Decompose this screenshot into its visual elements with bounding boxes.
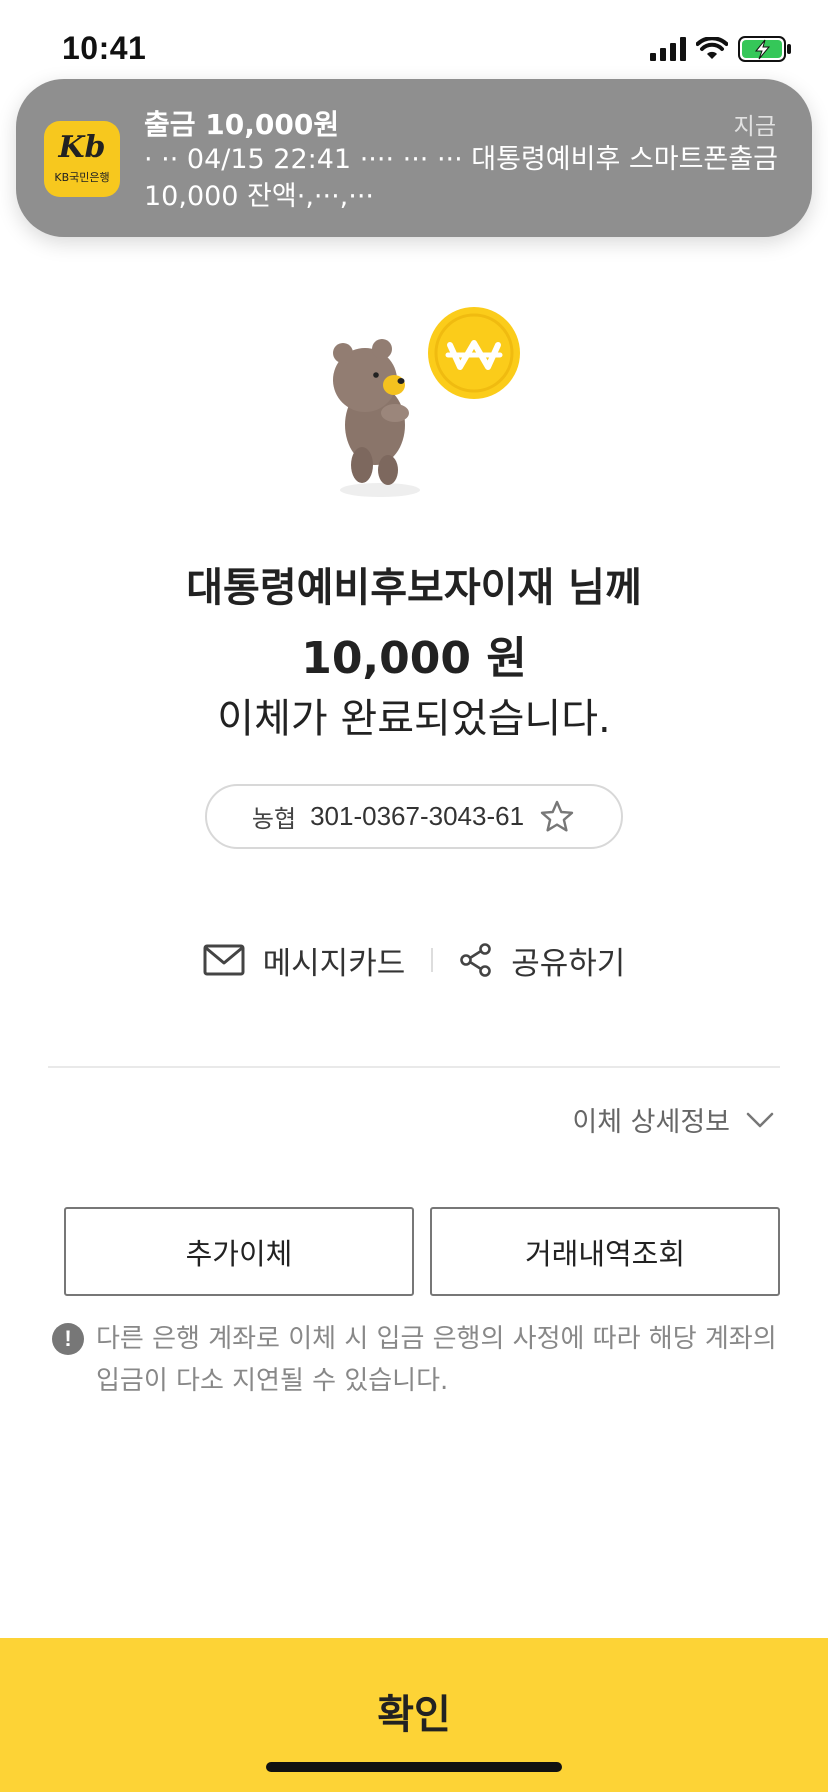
recipient-name: 대통령예비후보자이재 님께 (186, 565, 642, 611)
transfer-detail-label: 이체 상세정보 (572, 1107, 730, 1138)
star-outline-icon[interactable] (538, 798, 576, 836)
wifi-icon (696, 37, 728, 59)
home-indicator (266, 1762, 562, 1772)
cellular-signal-icon (650, 37, 686, 61)
share-button[interactable]: 공유하기 (459, 938, 625, 983)
chevron-down-icon (746, 1112, 774, 1127)
delay-notice: 다른 은행 계좌로 이체 시 입금 은행의 사정에 따라 해당 계좌의 입금이 … (96, 1324, 777, 1396)
info-exclamation-icon: ! (52, 1323, 84, 1355)
recipient-account: 농협 301-0367-3043-61 (205, 784, 623, 849)
message-card-label: 메시지카드 (262, 945, 406, 982)
battery-charging-icon (738, 36, 791, 62)
notification-title: 출금 10,000원 (144, 108, 340, 141)
completion-message: 이체가 완료되었습니다. (217, 696, 611, 742)
share-label: 공유하기 (511, 945, 626, 982)
account-number: 301-0367-3043-61 (310, 801, 525, 831)
status-time: 10:41 (62, 30, 147, 66)
additional-transfer-button[interactable]: 추가이체 (64, 1207, 414, 1296)
message-card-button[interactable]: 메시지카드 (203, 938, 406, 983)
envelope-icon (203, 944, 245, 976)
transfer-amount: 10,000 원 (301, 633, 527, 684)
kb-logo-text: KB국민은행 (54, 171, 110, 184)
push-notification[interactable]: Kb KB국민은행 출금 10,000원 지금 · ·· 04/15 22:41… (16, 79, 812, 237)
status-icons (650, 36, 792, 62)
bear-coin-illustration (333, 307, 520, 497)
section-divider (48, 1066, 780, 1068)
kb-logo-mark: Kb (58, 130, 106, 165)
action-divider (431, 948, 434, 972)
share-actions: 메시지카드 공유하기 (0, 935, 828, 985)
transaction-history-button[interactable]: 거래내역조회 (430, 1207, 780, 1296)
account-bank: 농협 (251, 805, 297, 833)
share-icon (460, 943, 492, 977)
notification-body: · ·· 04/15 22:41 ···· ··· ··· 대통령예비후 스마트… (144, 144, 778, 212)
notification-time: 지금 (733, 114, 776, 140)
kb-bank-app-icon: Kb KB국민은행 (44, 121, 120, 197)
transfer-detail-toggle[interactable]: 이체 상세정보 (572, 1100, 774, 1139)
